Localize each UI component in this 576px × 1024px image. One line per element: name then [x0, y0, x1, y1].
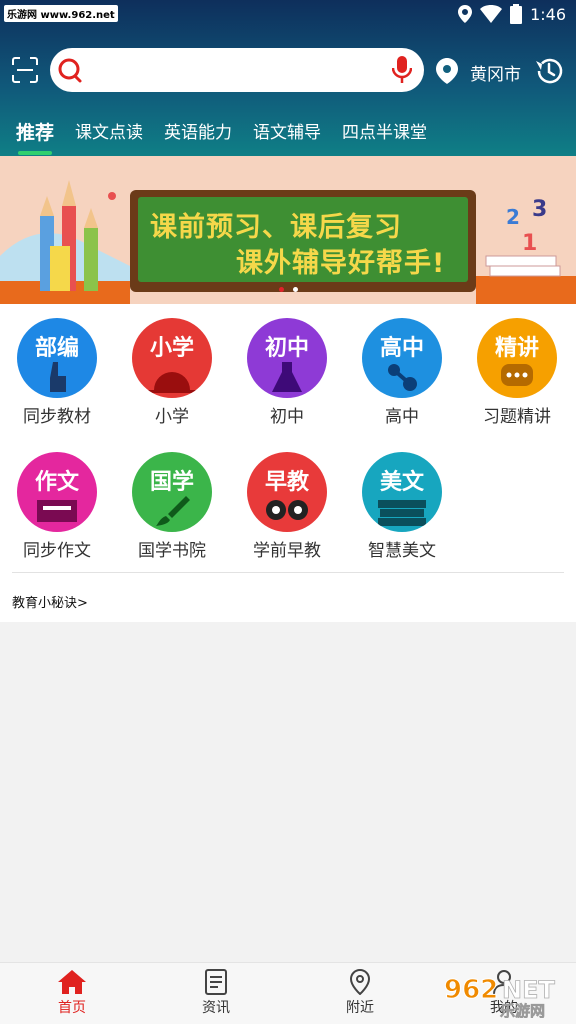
promo-banner[interactable]: 2 3 1 课前预习、课后复习 课外辅导好帮手!	[0, 156, 576, 304]
grid-label: 同步作文	[23, 541, 91, 561]
textbook-icon-text: 部编	[34, 336, 79, 361]
textbook-icon: 部编	[17, 318, 97, 398]
chat-bubble-icon	[501, 364, 533, 386]
chalkboard: 课前预习、课后复习 课外辅导好帮手!	[130, 190, 476, 292]
banner-indicator	[293, 287, 298, 292]
status-bar: 乐游网 www.962.net 1:46	[0, 0, 576, 28]
eyes-icon	[266, 500, 308, 520]
nav-home[interactable]: 首页	[32, 969, 112, 1017]
grid-label: 习题精讲	[483, 407, 551, 427]
paper-icon	[37, 500, 77, 522]
grid-item-composition[interactable]: 作文 同步作文	[7, 452, 107, 561]
watermark-site: 乐游网	[500, 1002, 545, 1018]
middle-icon-text: 初中	[264, 336, 309, 361]
composition-icon: 作文	[17, 452, 97, 532]
map-pin-icon	[349, 969, 371, 995]
search-input[interactable]	[88, 58, 388, 82]
books-illustration: 2 3 1	[476, 197, 576, 304]
grid-item-guoxue[interactable]: 国学 国学书院	[122, 452, 222, 561]
essay-icon-text: 美文	[379, 470, 424, 495]
wifi-icon	[480, 5, 503, 23]
grid-item-high[interactable]: 高中 高中	[352, 318, 452, 427]
grid-label: 智慧美文	[368, 541, 436, 561]
tab-chinese[interactable]: 语文辅导	[253, 118, 321, 145]
molecule-icon	[388, 364, 417, 391]
primary-icon-text: 小学	[149, 336, 194, 361]
flask-icon	[272, 362, 302, 392]
grid-item-exercise[interactable]: 精讲 习题精讲	[467, 318, 567, 427]
grid-item-textbook[interactable]: 部编 同步教材	[7, 318, 107, 427]
svg-text:3: 3	[532, 197, 547, 222]
banner-subline: 课外辅导好帮手!	[236, 248, 446, 279]
category-tabs: 推荐 课文点读 英语能力 语文辅导 四点半课堂	[16, 118, 448, 155]
high-icon-text: 高中	[379, 336, 424, 361]
middle-school-icon: 初中	[247, 318, 327, 398]
document-icon	[205, 969, 227, 995]
nav-nearby[interactable]: 附近	[320, 969, 400, 1017]
grid-item-preschool[interactable]: 早教 学前早教	[237, 452, 337, 561]
sunrise-icon	[146, 372, 198, 393]
location-status-icon	[458, 5, 473, 23]
location-icon[interactable]	[436, 58, 458, 84]
preschool-icon-text: 早教	[264, 470, 309, 495]
microphone-icon[interactable]	[392, 56, 412, 84]
banner-headline: 课前预习、课后复习	[150, 212, 402, 243]
home-icon	[58, 970, 86, 994]
search-box[interactable]	[50, 48, 424, 92]
chalkboard-surface: 课前预习、课后复习 课外辅导好帮手!	[138, 197, 468, 282]
preschool-icon: 早教	[247, 452, 327, 532]
nav-news-label: 资讯	[202, 1000, 230, 1016]
category-panel: 部编 同步教材 小学 小学 初中 初中 高中 高中 精讲 习题精讲 作文 同步作…	[0, 304, 576, 622]
brush-icon	[156, 496, 190, 526]
grid-item-primary[interactable]: 小学 小学	[122, 318, 222, 427]
grid-label: 同步教材	[23, 407, 91, 427]
watermark-brand: 962	[444, 975, 498, 1005]
tab-text-reading[interactable]: 课文点读	[75, 118, 143, 145]
nav-home-label: 首页	[58, 1000, 86, 1016]
grid-label: 小学	[155, 407, 189, 427]
composition-icon-text: 作文	[34, 470, 79, 495]
status-time: 1:46	[530, 4, 566, 24]
status-badge: 乐游网 www.962.net	[4, 5, 118, 22]
grid-item-essay[interactable]: 美文 智慧美文	[352, 452, 452, 561]
divider	[12, 572, 564, 573]
tab-afterschool[interactable]: 四点半课堂	[342, 118, 427, 145]
education-tips-link[interactable]: 教育小秘诀>	[12, 592, 88, 611]
guoxue-icon: 国学	[132, 452, 212, 532]
site-watermark: 962 NET 乐游网	[444, 975, 556, 1019]
tab-recommend[interactable]: 推荐	[16, 118, 54, 155]
hand-pointer-icon	[50, 362, 66, 392]
essay-icon: 美文	[362, 452, 442, 532]
history-icon[interactable]	[533, 55, 565, 87]
pencils-illustration	[0, 180, 130, 304]
scan-icon[interactable]	[12, 57, 38, 83]
tab-english[interactable]: 英语能力	[164, 118, 232, 145]
grid-item-middle[interactable]: 初中 初中	[237, 318, 337, 427]
exercise-icon: 精讲	[477, 318, 557, 398]
city-selector[interactable]: 黄冈市	[470, 60, 521, 85]
search-row: 黄冈市	[0, 48, 576, 92]
svg-text:2: 2	[506, 205, 520, 229]
guoxue-icon-text: 国学	[149, 470, 194, 495]
watermark-suffix: NET	[502, 976, 555, 1004]
header: 乐游网 www.962.net 1:46 黄冈市 推荐 课文点读 英语能力 语文…	[0, 0, 576, 156]
nav-nearby-label: 附近	[346, 1000, 374, 1016]
exercise-icon-text: 精讲	[494, 336, 539, 361]
books-icon	[378, 500, 426, 526]
grid-label: 高中	[385, 407, 419, 427]
status-icons: 1:46	[458, 4, 566, 24]
battery-icon	[510, 4, 523, 24]
nav-news[interactable]: 资讯	[176, 969, 256, 1017]
high-school-icon: 高中	[362, 318, 442, 398]
grid-label: 初中	[270, 407, 304, 427]
banner-indicator-active	[279, 287, 284, 292]
primary-school-icon: 小学	[132, 318, 212, 398]
svg-text:1: 1	[522, 231, 537, 256]
grid-label: 国学书院	[138, 541, 206, 561]
search-icon	[58, 58, 82, 83]
grid-label: 学前早教	[253, 541, 321, 561]
